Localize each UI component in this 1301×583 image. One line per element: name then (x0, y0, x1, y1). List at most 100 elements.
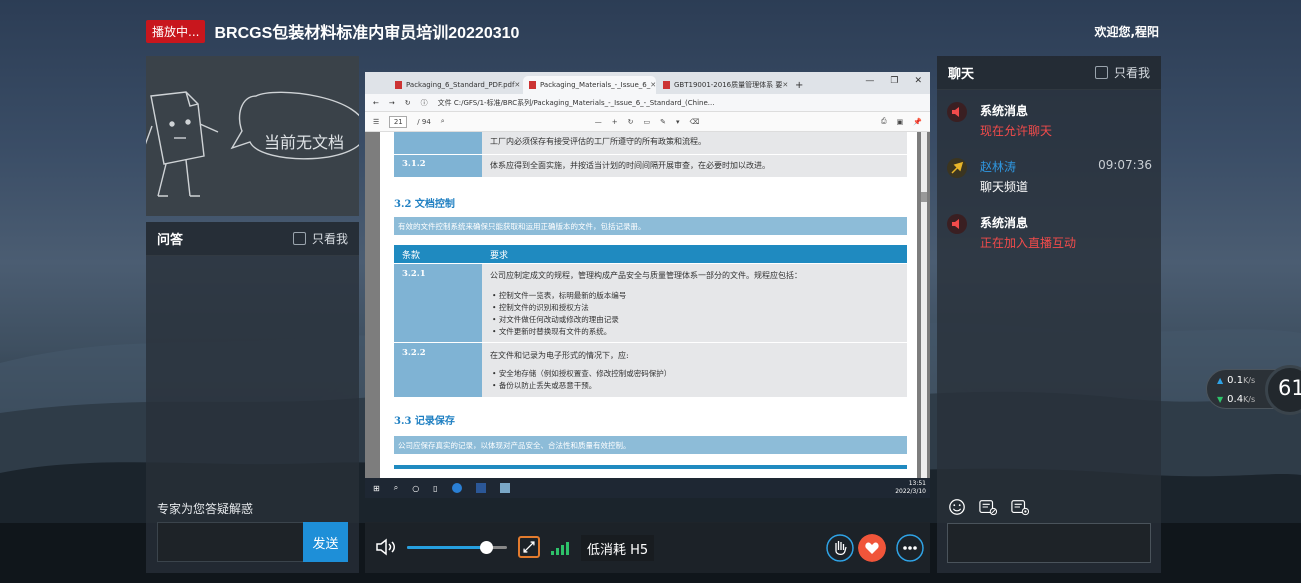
tab-label: GBT19001-2016质量管理体系 要 (674, 81, 783, 89)
message-time: 09:07:36 (1098, 158, 1152, 172)
zoom-out-icon[interactable]: — (595, 118, 602, 126)
app-icon[interactable] (499, 483, 510, 493)
download-value: 0.4 (1227, 394, 1244, 405)
pin-icon[interactable]: 📌 (913, 118, 922, 126)
windows-start-icon[interactable]: ⊞ (373, 484, 380, 493)
more-options-icon[interactable] (896, 534, 924, 562)
chat-settings-icon[interactable] (1009, 498, 1031, 516)
bullet-text: 文件更新时替换现有文件的系统。 (498, 327, 612, 336)
score-value: 61 (1278, 376, 1301, 400)
qa-hint-text: 专家为您答疑解惑 (157, 502, 254, 516)
chat-only-me-toggle[interactable]: 只看我 (1094, 64, 1150, 81)
score-ring: 61 (1265, 365, 1301, 415)
speed-unit: K/s (1243, 376, 1256, 385)
clause-number: 3.2.1 (402, 269, 426, 279)
document-panel: 当前无文档 (146, 56, 359, 216)
qa-send-button[interactable]: 发送 (303, 522, 348, 562)
close-icon[interactable]: ✕ (782, 81, 788, 89)
address-text[interactable]: 文件 C:/GFS/1-标准/BRC系列/Packaging_Materials… (438, 98, 715, 108)
close-icon[interactable]: ✕ (514, 81, 520, 89)
windows-taskbar: ⊞ ⌕ ○ ▯ 13:51 2022/3/10 (365, 478, 930, 498)
close-icon[interactable]: ✕ (650, 81, 656, 89)
contents-icon[interactable]: ☰ (373, 118, 379, 126)
message-sender: 赵林涛 (980, 160, 1017, 174)
bullet-text: 安全地存储（例如授权置查、修改控制或密码保护） (498, 369, 672, 378)
task-view-icon[interactable]: ▯ (433, 484, 437, 493)
forward-icon[interactable]: → (389, 99, 395, 107)
browser-tab[interactable]: Packaging_6_Standard_PDF.pdf ✕ (389, 76, 522, 94)
raise-hand-icon[interactable] (826, 534, 854, 562)
taskbar-clock: 13:51 2022/3/10 (895, 480, 926, 496)
cortana-icon[interactable]: ○ (412, 484, 419, 493)
section-intro: 有效的文件控制系统来确保只能获取和运用正确版本的文件，包括记录册。 (394, 217, 907, 235)
draw-icon[interactable]: ✎ (660, 118, 666, 126)
volume-slider[interactable] (407, 541, 507, 554)
fit-icon[interactable]: ▭ (643, 118, 650, 126)
back-icon[interactable]: ← (373, 99, 379, 107)
th-clause: 条款 (402, 251, 421, 261)
table-header-partial (394, 465, 907, 469)
bullet: • 控制文件的识别和授权方法 (492, 303, 589, 312)
save-icon[interactable]: ▣ (897, 118, 904, 126)
bullet: • 备份以防止丢失或恶意干预。 (492, 381, 597, 390)
pdf-viewport: 工厂内必须保存有接受评估的工厂所遵守的所有政策和流程。 3.1.2 体系应得到全… (365, 132, 930, 478)
new-tab-icon[interactable]: + (795, 80, 803, 91)
qa-only-me-toggle[interactable]: 只看我 (292, 230, 348, 247)
download-speed: ▼ 0.4K/s (1217, 394, 1255, 405)
player-control-bar: 低消耗 H5 (365, 522, 930, 573)
pdf-text: 工厂内必须保存有接受评估的工厂所遵守的所有政策和流程。 (490, 137, 706, 146)
zoom-in-icon[interactable]: + (612, 118, 618, 126)
search-icon[interactable]: ⌕ (394, 483, 398, 493)
network-speed-widget[interactable]: ▲ 0.1K/s ▼ 0.4K/s 61 (1206, 365, 1301, 415)
like-heart-icon[interactable] (858, 534, 886, 562)
block-message-icon[interactable] (977, 498, 999, 516)
chat-message-input[interactable] (947, 523, 1151, 563)
section-title: 3.2 文档控制 (394, 199, 455, 210)
bullet: • 安全地存储（例如授权置查、修改控制或密码保护） (492, 369, 672, 378)
upload-value: 0.1 (1227, 375, 1244, 386)
scroll-thumb[interactable] (921, 192, 927, 202)
bullet-text: 备份以防止丢失或恶意干预。 (498, 381, 597, 390)
erase-icon[interactable]: ⌫ (689, 118, 699, 126)
quality-selector[interactable]: 低消耗 H5 (581, 535, 655, 561)
message-text: 聊天频道 (980, 180, 1029, 194)
rotate-icon[interactable]: ↻ (628, 118, 634, 126)
fullscreen-toggle-icon[interactable] (518, 536, 540, 558)
search-icon[interactable]: ⌕ (441, 117, 445, 126)
user-avatar-icon (947, 158, 967, 178)
tab-label: Packaging_Materials_-_Issue_6_ (540, 81, 651, 89)
pdf-icon (395, 81, 402, 89)
edge-icon[interactable] (451, 483, 462, 493)
volume-knob[interactable] (480, 541, 493, 554)
volume-fill (407, 546, 487, 549)
browser-tab[interactable]: GBT19001-2016质量管理体系 要 ✕ (657, 76, 790, 94)
bullet-text: 控制文件的识别和授权方法 (498, 303, 589, 312)
minimize-icon[interactable]: — (865, 76, 874, 86)
qa-question-input[interactable] (157, 522, 303, 562)
system-speaker-icon (947, 102, 967, 122)
highlight-icon[interactable]: ▾ (676, 118, 680, 126)
message-sender: 系统消息 (980, 104, 1029, 118)
print-icon[interactable]: ⎙ (881, 117, 887, 126)
checkbox-icon[interactable] (292, 232, 306, 245)
message-text: 正在加入直播互动 (980, 236, 1077, 250)
pdf-scrollbar[interactable] (921, 132, 927, 478)
qa-header: 问答 只看我 (146, 222, 359, 256)
bullet: • 控制文件一览表，标明最新的版本编号 (492, 291, 627, 300)
signal-strength-icon (551, 540, 571, 555)
arrow-down-icon: ▼ (1217, 395, 1224, 404)
section-title: 3.3 记录保存 (394, 416, 455, 427)
volume-icon[interactable] (375, 538, 397, 556)
clock-time: 13:51 (908, 480, 926, 487)
arrow-up-icon: ▲ (1217, 376, 1224, 385)
word-icon[interactable] (475, 483, 486, 493)
checkbox-icon[interactable] (1094, 66, 1108, 79)
shared-screen: Packaging_6_Standard_PDF.pdf ✕ Packaging_… (365, 72, 930, 498)
address-bar: ← → ↻ ⓘ 文件 C:/GFS/1-标准/BRC系列/Packaging_M… (365, 94, 930, 112)
browser-tab-active[interactable]: Packaging_Materials_-_Issue_6_ ✕ (523, 76, 656, 94)
refresh-icon[interactable]: ↻ (405, 99, 411, 107)
maximize-icon[interactable]: ❐ (890, 76, 898, 86)
close-window-icon[interactable]: ✕ (914, 76, 922, 86)
page-number-input[interactable]: 21 (389, 115, 408, 128)
emoji-icon[interactable] (947, 498, 967, 516)
